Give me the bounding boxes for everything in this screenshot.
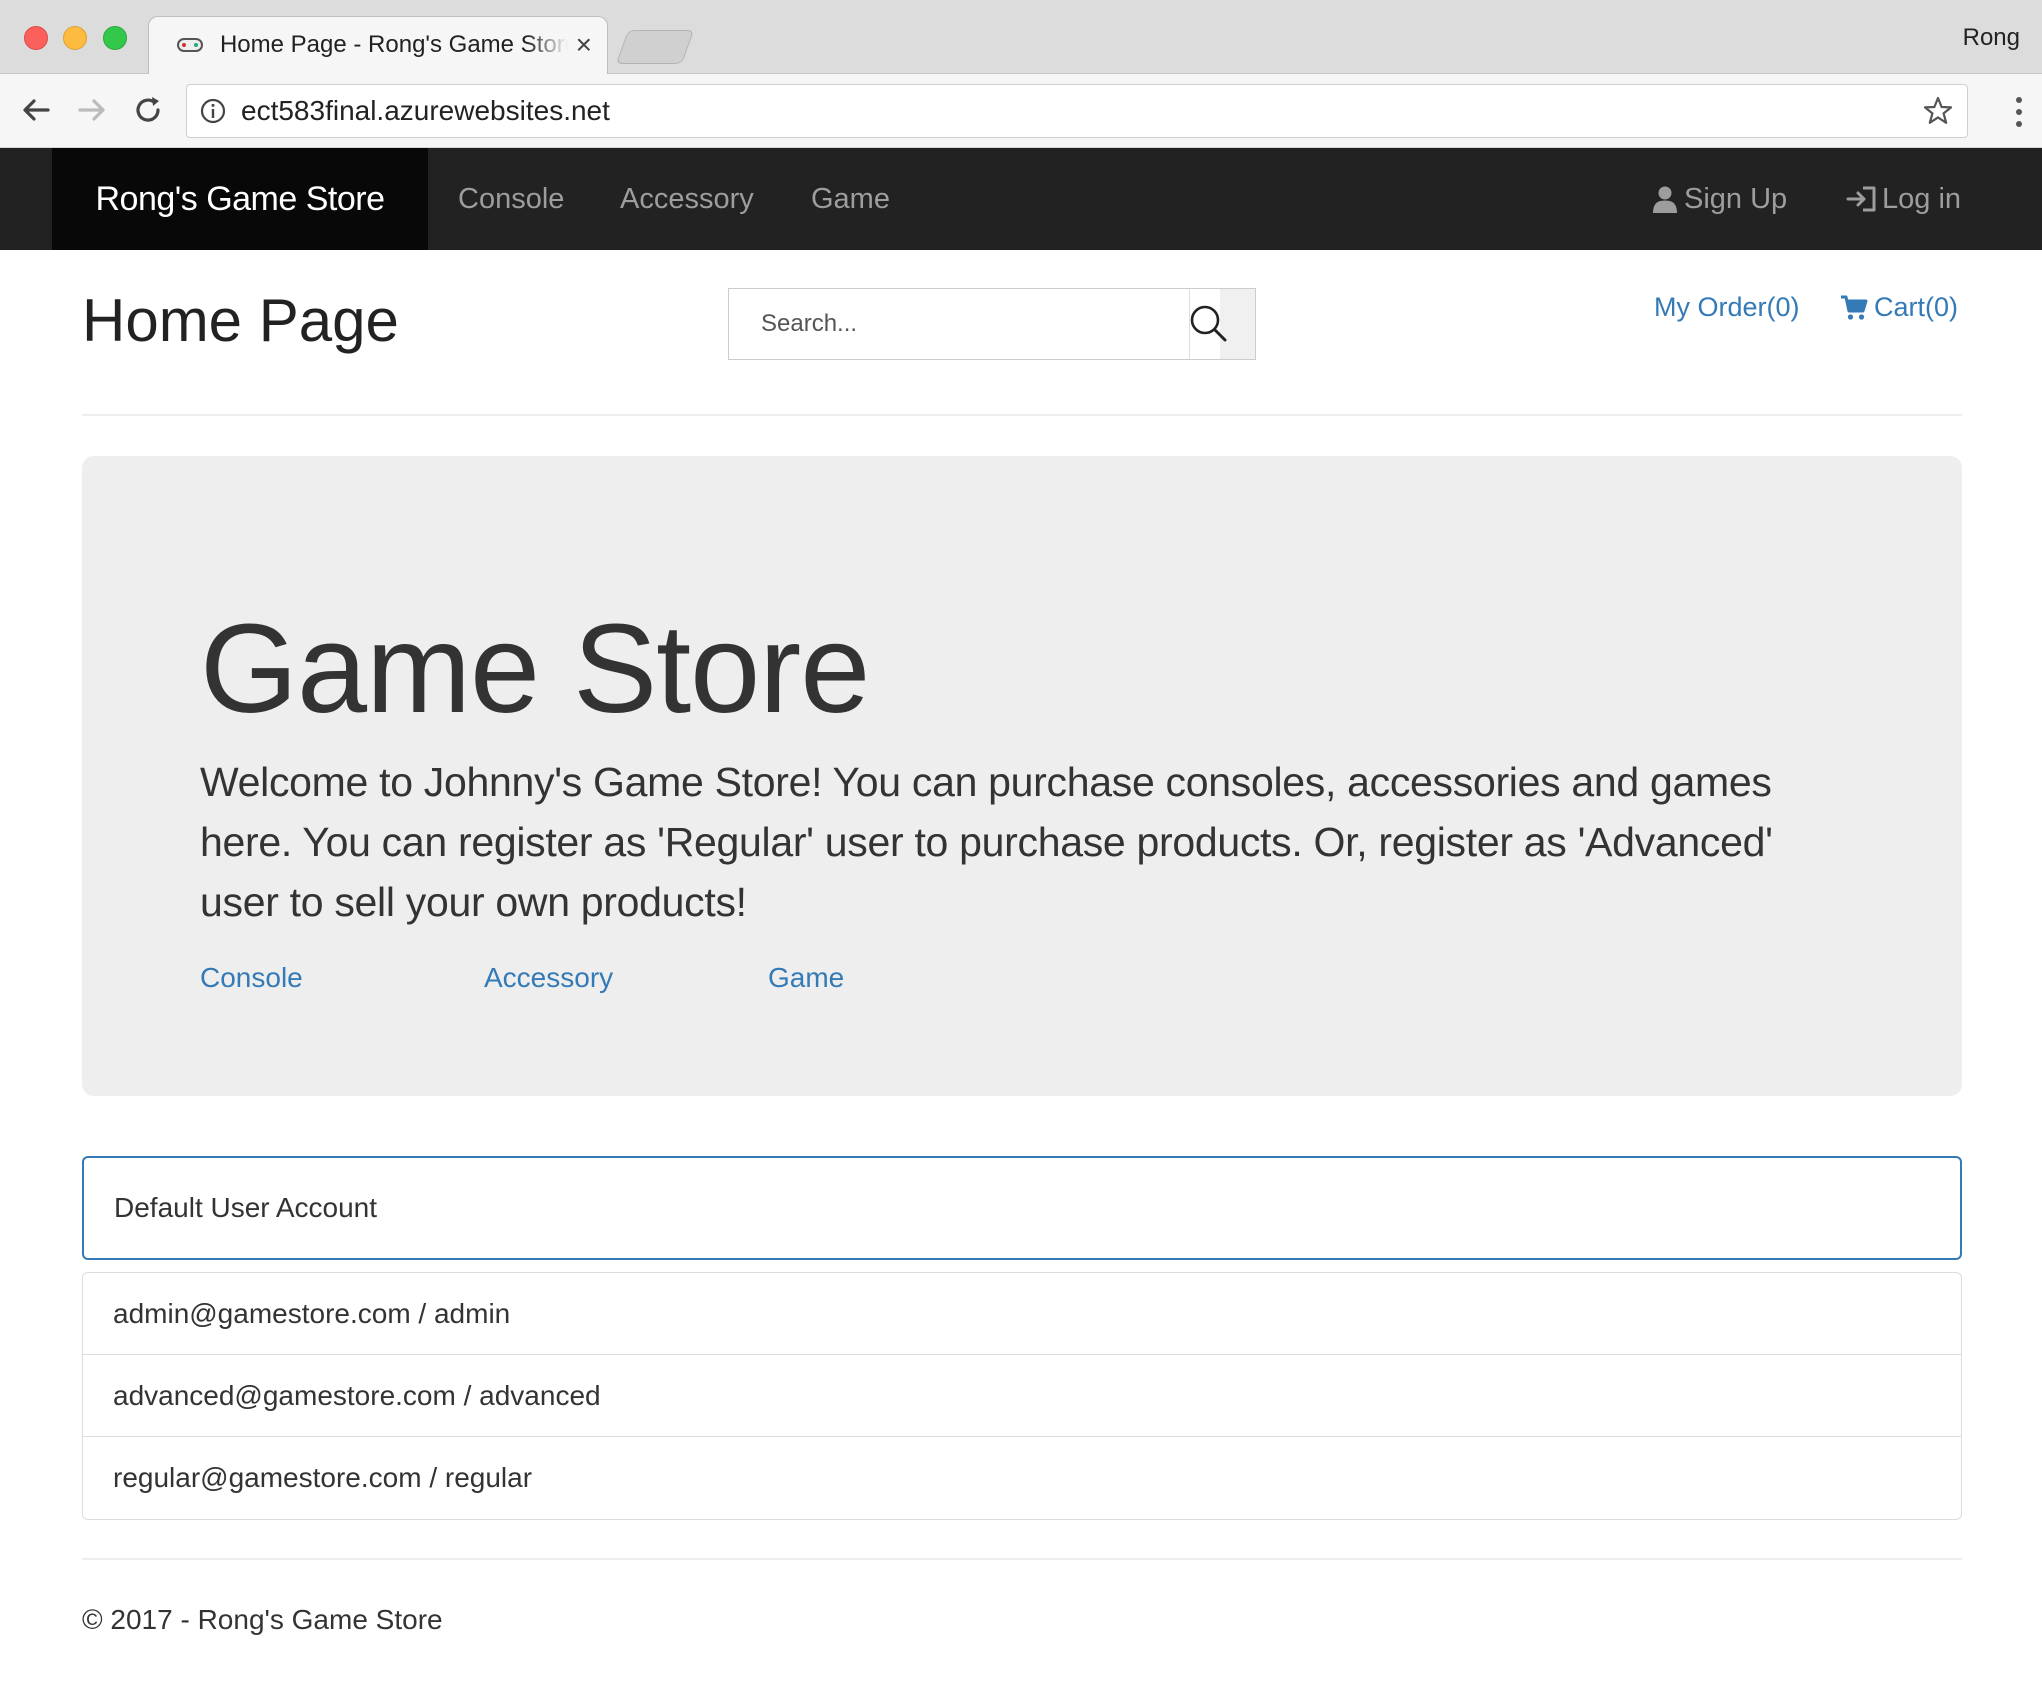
- nav-console[interactable]: Console: [458, 148, 564, 250]
- log-in-icon: [1846, 186, 1876, 212]
- jumbotron-text: Welcome to Johnny's Game Store! You can …: [200, 759, 1773, 925]
- list-item: advanced@gamestore.com / advanced: [83, 1355, 1961, 1437]
- browser-titlebar: Home Page - Rong's Game Store × Rong: [0, 0, 2042, 76]
- jumbotron-console-link[interactable]: Console: [200, 962, 303, 994]
- browser-toolbar: ect583final.azurewebsites.net: [0, 74, 2042, 148]
- profile-name[interactable]: Rong: [1963, 24, 2020, 52]
- nav-accessory[interactable]: Accessory: [620, 148, 754, 250]
- nav-game[interactable]: Game: [811, 148, 890, 250]
- footer-copyright: © 2017 - Rong's Game Store: [82, 1604, 443, 1635]
- user-icon: [1653, 186, 1677, 213]
- site-navbar: Rong's Game Store Console Accessory Game…: [0, 148, 2042, 250]
- info-icon[interactable]: [199, 97, 227, 125]
- maximize-window-button[interactable]: [103, 26, 127, 50]
- new-tab-button[interactable]: [615, 30, 695, 64]
- divider: [82, 414, 1962, 416]
- cart-label: Cart(0): [1874, 292, 1959, 322]
- forward-arrow-icon[interactable]: [74, 92, 110, 128]
- my-order-link[interactable]: My Order(0): [1654, 292, 1800, 323]
- tab-close-icon[interactable]: ×: [576, 31, 592, 59]
- minimize-window-button[interactable]: [63, 26, 87, 50]
- reload-icon[interactable]: [130, 92, 166, 128]
- search-button[interactable]: [1189, 289, 1255, 359]
- search-input[interactable]: [729, 289, 1169, 359]
- kebab-menu-icon[interactable]: [2014, 94, 2024, 130]
- log-in-label: Log in: [1882, 182, 1962, 215]
- bookmark-star-icon[interactable]: [1921, 94, 1955, 128]
- jumbotron-accessory-link[interactable]: Accessory: [484, 962, 613, 994]
- log-in-link[interactable]: Log in: [1846, 148, 1961, 250]
- url-text[interactable]: ect583final.azurewebsites.net: [241, 95, 1921, 127]
- jumbotron-game-link[interactable]: Game: [768, 962, 844, 994]
- page-title: Home Page: [82, 287, 399, 354]
- footer-divider: [82, 1558, 1962, 1560]
- jumbotron-title: Game Store: [200, 598, 870, 739]
- list-item: admin@gamestore.com / admin: [83, 1273, 1961, 1355]
- sign-up-label: Sign Up: [1684, 182, 1788, 215]
- search-icon: [1190, 305, 1226, 342]
- address-bar[interactable]: ect583final.azurewebsites.net: [186, 84, 1968, 138]
- default-accounts-heading: Default User Account: [82, 1156, 1962, 1260]
- tab-title: Home Page - Rong's Game Store: [219, 31, 568, 58]
- default-accounts-list: admin@gamestore.com / admin advanced@gam…: [82, 1272, 1962, 1520]
- sign-up-link[interactable]: Sign Up: [1650, 148, 1787, 250]
- cart-link[interactable]: Cart(0): [1840, 292, 1958, 323]
- jumbotron: Game Store Welcome to Johnny's Game Stor…: [82, 456, 1962, 1096]
- back-arrow-icon[interactable]: [18, 92, 54, 128]
- gamepad-favicon-icon: [176, 34, 204, 56]
- shopping-cart-icon: [1841, 295, 1868, 320]
- list-item: regular@gamestore.com / regular: [113, 1462, 533, 1493]
- search-form: [728, 288, 1256, 360]
- brand-link[interactable]: Rong's Game Store: [52, 148, 428, 250]
- close-window-button[interactable]: [24, 26, 48, 50]
